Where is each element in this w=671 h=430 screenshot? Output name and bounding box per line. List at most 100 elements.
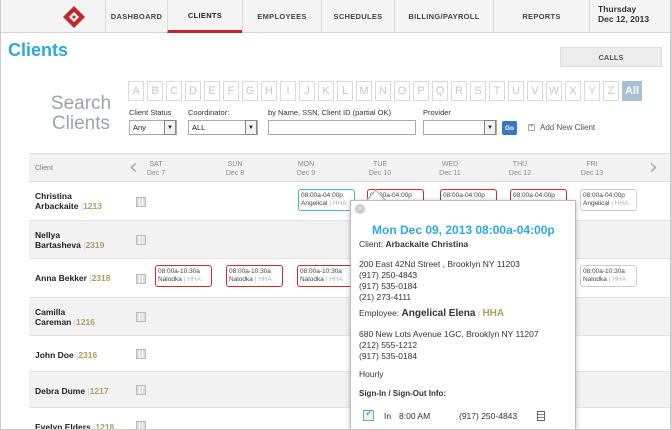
letter-filter-l[interactable]: L — [337, 81, 353, 101]
top-navigation: DASHBOARD CLIENTS EMPLOYEES SCHEDULES BI… — [0, 0, 671, 33]
checkbox-checked-icon[interactable] — [363, 408, 374, 421]
letter-filter-m[interactable]: M — [356, 81, 372, 101]
letter-filter-s[interactable]: S — [470, 81, 486, 101]
letter-filter-all[interactable]: All — [622, 81, 642, 101]
shift-employee: Angelical | HHA — [301, 200, 352, 208]
client-name[interactable]: Nellya Bartasheva |2319 — [35, 230, 104, 250]
shift-card[interactable]: 08:00a-10:30a Nalodka | HHA — [297, 265, 354, 287]
add-new-client-link[interactable]: + Add New Client — [528, 123, 595, 132]
go-button[interactable]: Go — [502, 121, 517, 135]
shift-time: 08:00a-04:00p — [443, 192, 485, 199]
chevron-right-icon[interactable]: › — [649, 157, 658, 179]
shift-separator: | — [254, 276, 257, 283]
letter-filter-q[interactable]: Q — [432, 81, 448, 101]
letter-filter-b[interactable]: B — [147, 81, 163, 101]
letter-filter-x[interactable]: X — [565, 81, 581, 101]
day-of-week: FRI — [586, 161, 598, 168]
alphabet-filter: A B C D E F G H I J K L M N O P Q R S T U V W X Y Z All — [128, 81, 645, 101]
popup-client-phone: (21) 273-4111 — [359, 292, 412, 302]
page-title: Clients — [8, 40, 69, 60]
coordinator-select[interactable]: ALL ▼ — [188, 120, 258, 135]
day-date: Dec 9 — [296, 170, 316, 177]
client-id: 1213 — [83, 201, 102, 211]
shift-time: 08:00a-10:30a — [583, 268, 625, 275]
day-header: SUN Dec 8 — [205, 160, 265, 178]
client-name[interactable]: John Doe |2316 — [35, 350, 97, 360]
popup-client-phone: (917) 250-4843 — [359, 270, 418, 280]
provider-select[interactable]: ▼ — [423, 120, 497, 135]
shift-separator: | — [325, 276, 328, 283]
letter-filter-c[interactable]: C — [166, 81, 182, 101]
shift-employee: Angelical | HHA — [583, 200, 634, 208]
day-date: Dec 10 — [368, 170, 392, 177]
shift-card[interactable]: 08:00a-04:00pAngelical | HHA — [298, 189, 355, 211]
letter-filter-z[interactable]: Z — [603, 81, 619, 101]
shift-time: 08:00a-04:00p — [301, 192, 343, 199]
letter-filter-g[interactable]: G — [242, 81, 258, 101]
client-name[interactable]: Camilla Careman |1216 — [35, 307, 95, 327]
letter-filter-y[interactable]: Y — [584, 81, 600, 101]
letter-filter-k[interactable]: K — [318, 81, 334, 101]
client-status-label: Client Status — [129, 108, 172, 117]
calendar-icon[interactable] — [136, 385, 146, 395]
client-label: Client: — [359, 239, 384, 249]
client-id: 2318 — [91, 273, 111, 283]
popup-employee: Employee: Angelical Elena | HHA — [359, 308, 505, 319]
nav-employees[interactable]: EMPLOYEES — [242, 0, 321, 33]
letter-filter-t[interactable]: T — [489, 81, 505, 101]
client-status-select[interactable]: Any ▼ — [129, 120, 177, 135]
letter-filter-f[interactable]: F — [223, 81, 239, 101]
letter-filter-h[interactable]: H — [261, 81, 277, 101]
client-name[interactable]: Anna Bekker |2318 — [35, 273, 110, 283]
notes-icon[interactable] — [537, 411, 545, 421]
name-search-input[interactable] — [268, 120, 416, 135]
letter-filter-o[interactable]: O — [394, 81, 410, 101]
client-status-value: Any — [133, 123, 146, 132]
brand-logo[interactable] — [62, 5, 86, 29]
popup-client-phone: (917) 535-0184 — [359, 281, 418, 291]
nav-dashboard[interactable]: DASHBOARD — [105, 0, 167, 33]
letter-filter-i[interactable]: I — [280, 81, 296, 101]
shift-card[interactable]: 08:00a-10:30a Nalodka | HHA — [226, 265, 283, 287]
day-header: WED Dec 11 — [420, 160, 480, 178]
popup-client: Client: Arbackaite Christina — [359, 239, 468, 250]
nav-billing-payroll[interactable]: BILLING/PAYROLL — [394, 0, 493, 33]
shift-card[interactable]: 08:00a-10:30a Nalodka | HHA — [580, 265, 637, 287]
close-icon[interactable]: × — [355, 204, 365, 214]
frame-left-border — [0, 0, 1, 430]
client-name[interactable]: Debra Dume |1217 — [35, 386, 109, 396]
day-date: Dec 13 — [580, 170, 604, 177]
letter-filter-a[interactable]: A — [128, 81, 144, 101]
calendar-icon[interactable] — [136, 273, 146, 284]
shift-time: 08:00a-10:30a — [300, 268, 342, 275]
letter-filter-j[interactable]: J — [299, 81, 315, 101]
nav-schedules[interactable]: SCHEDULES — [321, 0, 394, 33]
letter-filter-w[interactable]: W — [546, 81, 562, 101]
shift-employee-type: HHA — [329, 276, 343, 283]
nav-clients[interactable]: CLIENTS — [167, 0, 242, 33]
employee-label: Employee: — [359, 308, 400, 318]
letter-filter-n[interactable]: N — [375, 81, 391, 101]
shift-employee-name: Nalodka — [229, 276, 253, 283]
shift-card[interactable]: 08:00a-10:30a Nalodka | HHA — [155, 265, 212, 287]
calendar-icon[interactable] — [136, 196, 146, 207]
calendar-icon[interactable] — [136, 312, 146, 322]
popup-employee-phone: (917) 535-0184 — [359, 351, 418, 361]
calendar-icon[interactable] — [136, 235, 146, 245]
shift-card[interactable]: 08:00a-04:00pAngelical | HHA — [580, 189, 637, 211]
client-first-name: John Doe — [35, 350, 74, 360]
letter-filter-v[interactable]: V — [527, 81, 543, 101]
nav-reports[interactable]: REPORTS — [493, 0, 589, 33]
letter-filter-e[interactable]: E — [204, 81, 220, 101]
calls-tab[interactable]: CALLS — [560, 47, 662, 67]
client-name[interactable]: Christina Arbackaite |1213 — [35, 191, 102, 211]
letter-filter-d[interactable]: D — [185, 81, 201, 101]
sign-in-label: In — [384, 411, 392, 421]
letter-filter-r[interactable]: R — [451, 81, 467, 101]
letter-filter-p[interactable]: P — [413, 81, 429, 101]
shift-time: 08:00a-10:30a — [229, 268, 271, 275]
coordinator-label: Coordinator: — [188, 108, 230, 117]
shift-time: 08:00a-04:00p — [513, 192, 555, 199]
calendar-icon[interactable] — [136, 349, 146, 359]
letter-filter-u[interactable]: U — [508, 81, 524, 101]
